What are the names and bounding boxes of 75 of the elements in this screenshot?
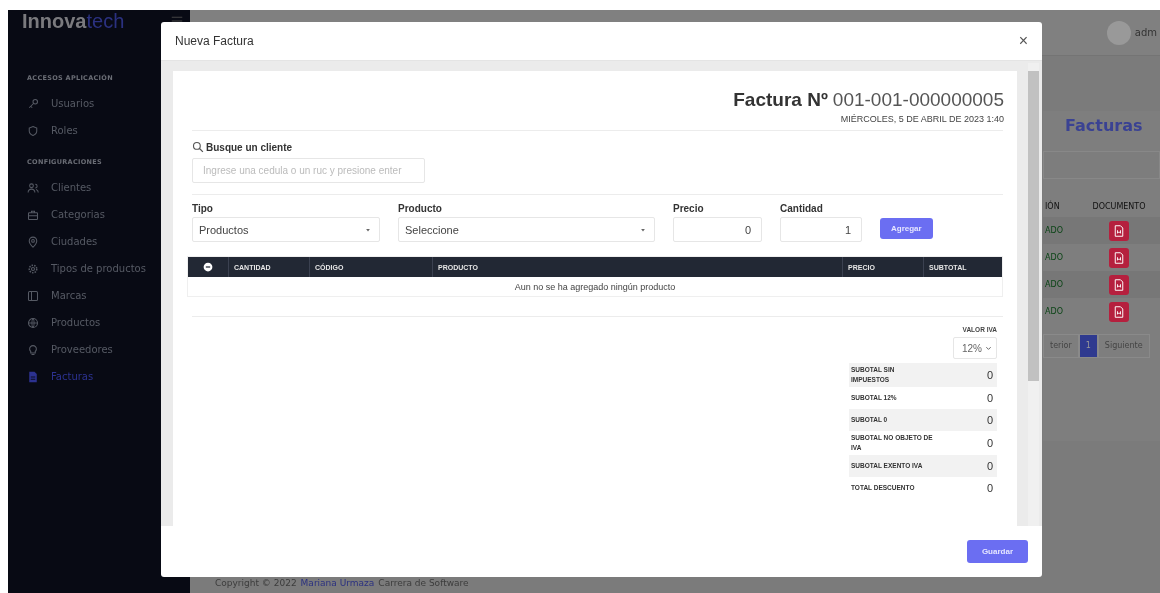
sidebar-item[interactable]: Ciudades bbox=[8, 228, 98, 255]
document-icon bbox=[1113, 224, 1125, 237]
table-cell-text: 0 bbox=[985, 392, 994, 404]
document-icon bbox=[1113, 305, 1125, 318]
users-icon bbox=[27, 181, 39, 194]
sidebar-item[interactable]: Marcas bbox=[8, 282, 87, 309]
page-button[interactable]: 1 bbox=[1078, 334, 1098, 358]
bulb-icon bbox=[27, 343, 39, 356]
sidebar-item[interactable]: Roles bbox=[8, 117, 78, 144]
footer-text: Carrera de Software bbox=[378, 578, 469, 588]
table-cell-text: 0 bbox=[985, 414, 994, 426]
user-name[interactable]: adm bbox=[1134, 27, 1157, 38]
invoice-date: MIÉRCOLES, 5 DE ABRIL DE 2023 1:40 bbox=[840, 114, 1004, 124]
scrollbar-thumb[interactable] bbox=[1028, 71, 1039, 381]
number-field[interactable]: 0 bbox=[673, 217, 762, 242]
field-label: Busque un cliente bbox=[206, 141, 293, 153]
scrollbar[interactable] bbox=[1028, 63, 1039, 526]
card-icon bbox=[27, 289, 39, 302]
status-text: ADO bbox=[1044, 280, 1064, 289]
gear-icon bbox=[27, 262, 39, 275]
sidebar-item[interactable]: Clientes bbox=[8, 174, 92, 201]
dropdown[interactable]: Productos bbox=[192, 217, 380, 242]
invoice-number: 001-001-000000005 bbox=[832, 89, 1004, 111]
client-search-field[interactable]: Ingrese una cedula o un ruc y presione enter bbox=[192, 158, 425, 183]
avatar bbox=[1106, 20, 1131, 45]
sidebar-item[interactable]: Tipos de productos bbox=[8, 255, 146, 282]
column-header: IÓN bbox=[1044, 201, 1061, 211]
page-title: Facturas bbox=[1064, 115, 1144, 137]
table-cell-text: 0 bbox=[985, 369, 994, 381]
caret-icon bbox=[640, 226, 646, 233]
briefcase-icon bbox=[27, 208, 39, 221]
author-link[interactable]: Mariana Urmaza bbox=[300, 578, 375, 588]
number-field[interactable]: 1 bbox=[780, 217, 862, 242]
field-label: Producto bbox=[398, 203, 443, 214]
field-label: Tipo bbox=[192, 203, 214, 214]
pdf-button[interactable] bbox=[1109, 247, 1129, 268]
search-field[interactable] bbox=[1043, 151, 1160, 179]
dropdown[interactable]: Seleccione bbox=[398, 217, 655, 242]
status-text: ADO bbox=[1044, 253, 1064, 262]
field-label: Precio bbox=[673, 203, 705, 214]
map-pin-icon bbox=[27, 235, 39, 248]
dialog-title: Nueva Factura bbox=[175, 34, 254, 48]
globe-icon bbox=[27, 316, 39, 329]
table-cell-text: 0 bbox=[985, 437, 994, 449]
logo: Innovatech bbox=[22, 10, 125, 32]
document-icon bbox=[1113, 278, 1125, 291]
sidebar-item[interactable]: Usuarios bbox=[8, 90, 95, 117]
shield-icon bbox=[27, 124, 39, 137]
key-icon bbox=[27, 97, 39, 110]
sidebar-item[interactable]: Productos bbox=[8, 309, 101, 336]
add-button[interactable]: Agregar bbox=[880, 218, 933, 239]
column-header: DOCUMENTO bbox=[1091, 201, 1147, 211]
status-text: ADO bbox=[1044, 307, 1064, 316]
document-icon bbox=[1113, 251, 1125, 264]
table-cell-text: 0 bbox=[985, 460, 994, 472]
sidebar-item[interactable]: Proveedores bbox=[8, 336, 113, 363]
empty-message: Aun no se ha agregado ningún producto bbox=[514, 281, 676, 292]
status-text: ADO bbox=[1044, 226, 1064, 235]
file-icon bbox=[27, 370, 39, 383]
pdf-button[interactable] bbox=[1109, 220, 1129, 241]
close-button[interactable]: × bbox=[1016, 33, 1030, 49]
pdf-button[interactable] bbox=[1109, 274, 1129, 295]
copyright-text: Copyright © 2022 bbox=[215, 578, 297, 588]
save-button[interactable]: Guardar bbox=[966, 540, 1028, 563]
pdf-button[interactable] bbox=[1109, 301, 1129, 322]
table-cell-text: 0 bbox=[985, 482, 994, 494]
sidebar-item[interactable]: Categorias bbox=[8, 201, 105, 228]
iva-dropdown[interactable]: 12% bbox=[953, 337, 997, 359]
caret-icon bbox=[365, 226, 371, 233]
sidebar-item[interactable]: Facturas bbox=[8, 363, 94, 390]
search-icon bbox=[192, 141, 204, 153]
minus-circle-icon bbox=[203, 262, 213, 272]
invoice-label: Factura Nº bbox=[733, 89, 828, 111]
chevron-icon bbox=[985, 344, 992, 352]
field-label: Cantidad bbox=[780, 203, 824, 214]
